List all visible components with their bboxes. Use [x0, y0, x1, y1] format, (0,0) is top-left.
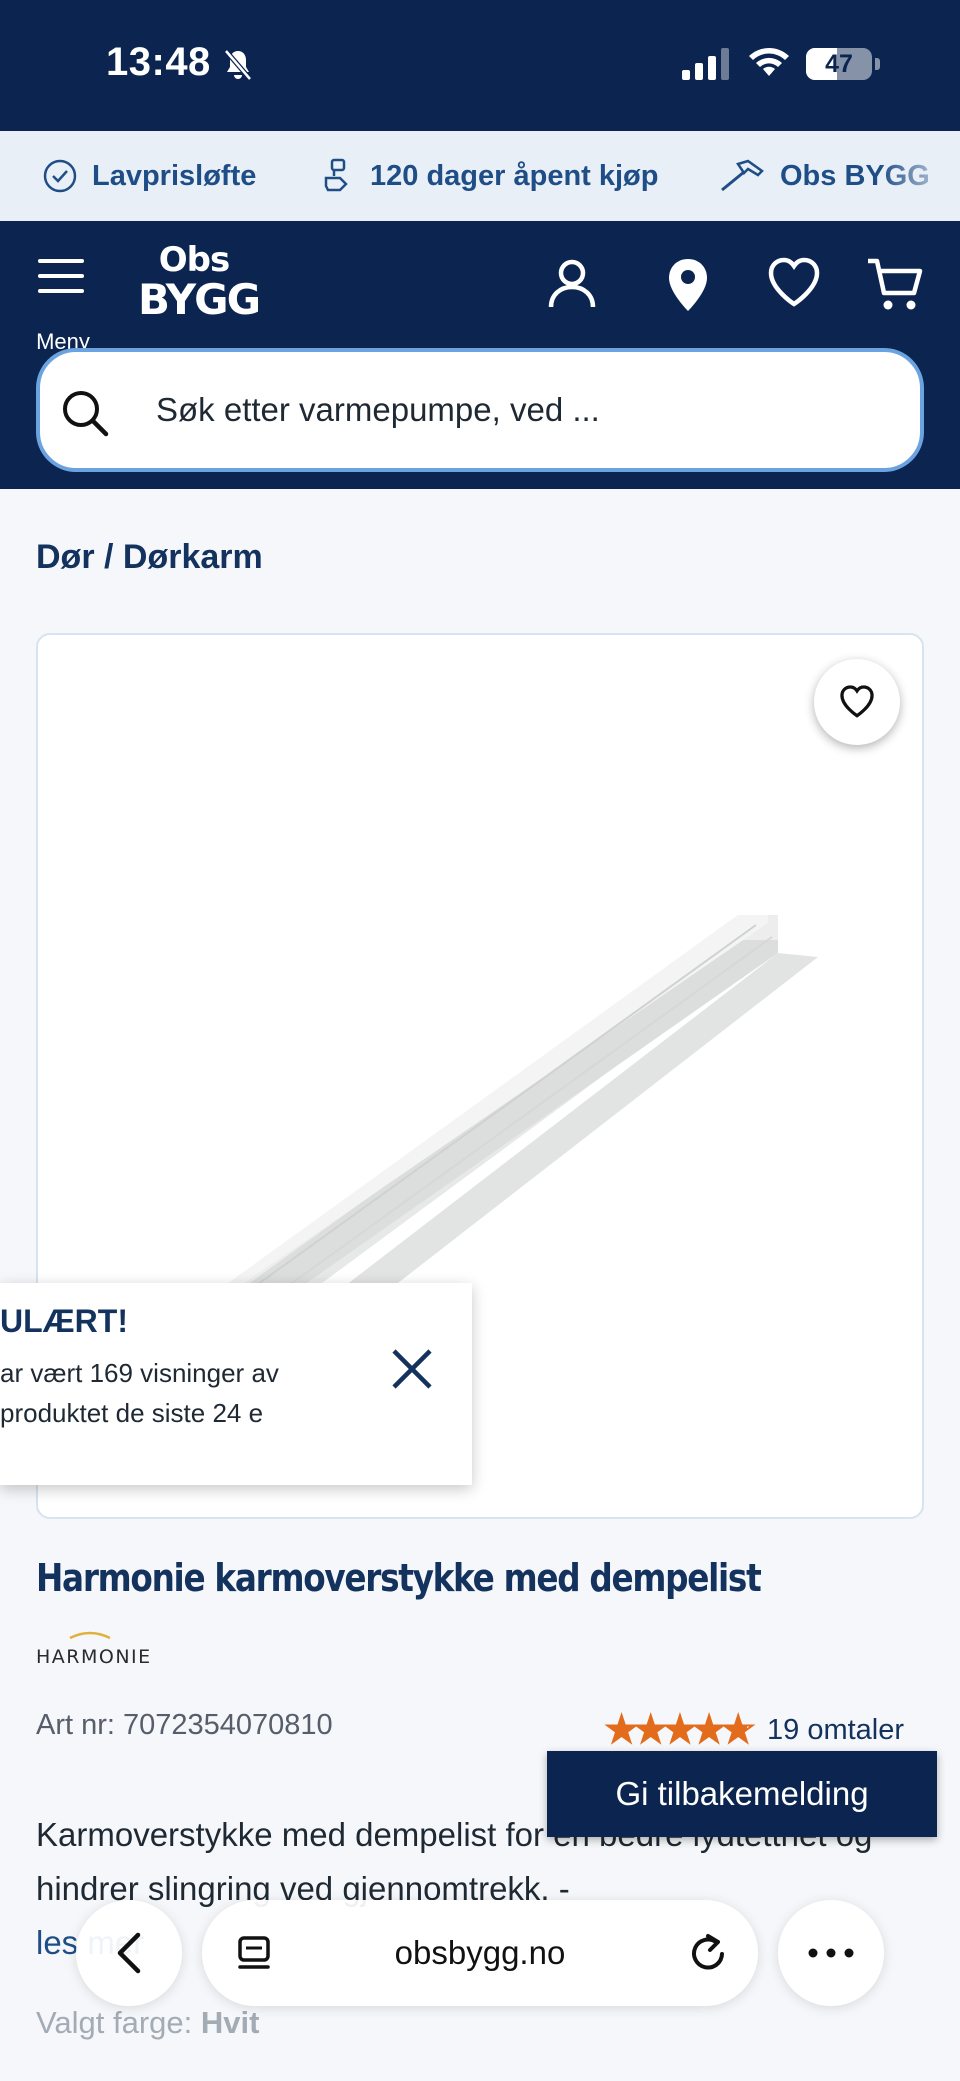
- hammer-icon: [721, 159, 764, 192]
- cart-icon[interactable]: [866, 257, 924, 313]
- usp-bar: Lavprisløfte 120 dager åpent kjøp Obs BY…: [0, 131, 960, 221]
- obs-bygg-logo[interactable]: Obs BYGG: [138, 243, 261, 331]
- battery-indicator: 47: [806, 48, 872, 80]
- brand-swoosh-icon: [69, 1631, 111, 1640]
- close-icon[interactable]: [388, 1345, 436, 1393]
- popular-toast: ULÆRT! ar vært 169 visninger av produkte…: [0, 1283, 472, 1485]
- browser-address-bar[interactable]: obsbygg.no: [202, 1900, 758, 2006]
- product-rating[interactable]: ★★★★★ ★★★★★ 19 omtaler: [604, 1709, 904, 1750]
- article-number: Art nr: 7072354070810: [36, 1709, 333, 1741]
- rating-stars: ★★★★★ ★★★★★: [604, 1709, 756, 1750]
- reviews-link[interactable]: 19 omtaler: [767, 1714, 904, 1747]
- add-to-favorites-button[interactable]: [814, 659, 900, 745]
- usp-item-apent-kjop[interactable]: 120 dager åpent kjøp: [320, 131, 659, 221]
- site-header: Meny Obs BYGG: [0, 221, 960, 489]
- wifi-icon: [749, 48, 789, 76]
- feedback-button[interactable]: Gi tilbakemelding: [547, 1751, 937, 1837]
- location-pin-icon[interactable]: [666, 257, 710, 313]
- favorites-heart-icon[interactable]: [766, 257, 822, 309]
- usp-item-lavpris[interactable]: Lavprisløfte: [42, 131, 256, 221]
- chevron-left-icon: [117, 1932, 141, 1974]
- bell-off-icon: [224, 49, 252, 81]
- reload-icon[interactable]: [686, 1930, 730, 1976]
- hamburger-icon: [38, 259, 84, 304]
- menu-button[interactable]: Meny: [32, 251, 92, 354]
- browser-back-button[interactable]: [76, 1900, 182, 2006]
- heart-icon: [840, 685, 874, 718]
- search-input[interactable]: [156, 352, 876, 468]
- toast-title: ULÆRT!: [0, 1303, 128, 1339]
- signal-icon: [682, 48, 729, 80]
- user-icon[interactable]: [546, 257, 598, 311]
- status-bar: 13:48 47: [0, 0, 960, 131]
- browser-toolbar: obsbygg.no: [0, 1880, 960, 2020]
- product-title: Harmonie karmoverstykke med dempelist: [36, 1556, 762, 1600]
- breadcrumb[interactable]: Dør / Dørkarm: [36, 538, 263, 577]
- gift-hand-icon: [324, 158, 348, 192]
- toast-text: ar vært 169 visninger av produktet de si…: [0, 1358, 279, 1428]
- search-box[interactable]: [36, 348, 924, 472]
- search-icon: [63, 391, 109, 437]
- status-time: 13:48: [106, 40, 211, 84]
- browser-url: obsbygg.no: [394, 1934, 566, 1971]
- browser-more-button[interactable]: [778, 1900, 884, 2006]
- more-dots-icon: [808, 1948, 854, 1958]
- check-badge-icon: [43, 159, 77, 193]
- brand-logo[interactable]: HARMONIE: [36, 1630, 150, 1670]
